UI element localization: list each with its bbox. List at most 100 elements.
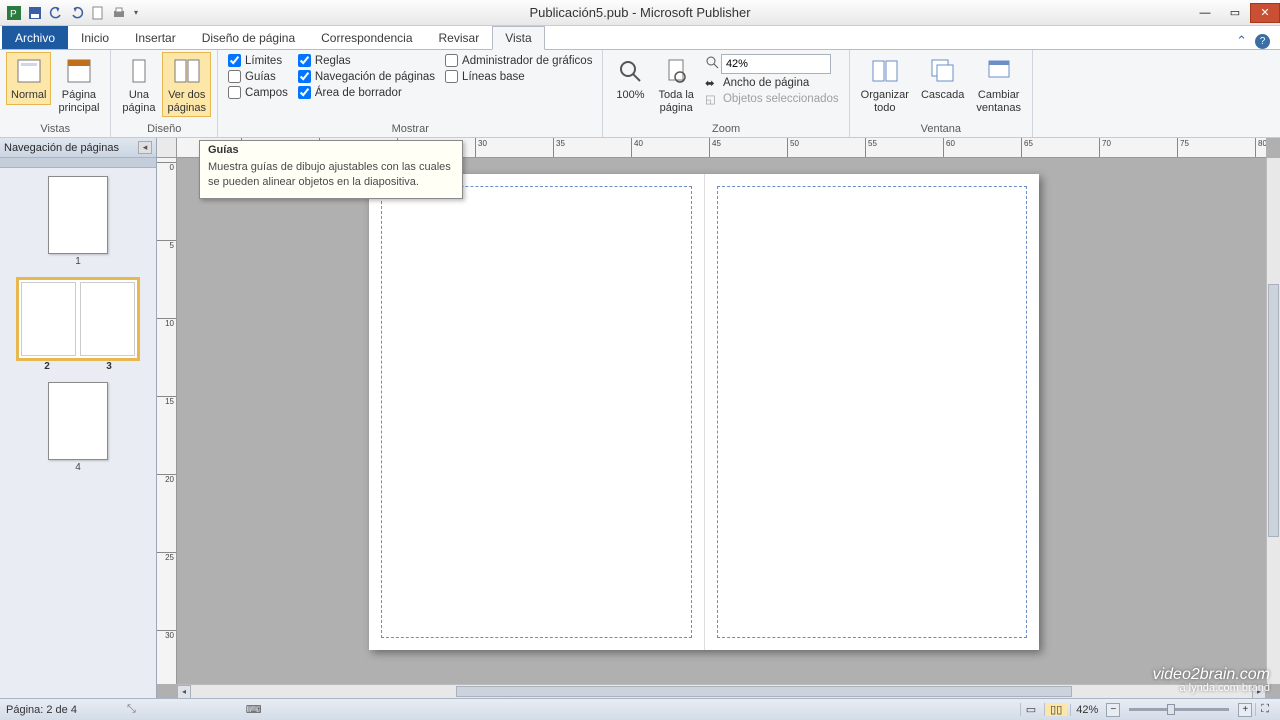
redo-icon[interactable]: [67, 3, 87, 23]
group-label-mostrar: Mostrar: [224, 122, 596, 137]
group-mostrar: Límites Guías Campos Reglas Navegación d…: [218, 50, 603, 137]
selected-objects-icon: ◱: [705, 92, 719, 106]
tooltip-guides: Guías Muestra guías de dibujo ajustables…: [199, 140, 463, 199]
status-page[interactable]: Página: 2 de 4: [6, 704, 77, 716]
tab-inicio[interactable]: Inicio: [68, 26, 122, 49]
thumb-page-4[interactable]: 4: [48, 382, 108, 473]
status-cursor-icon: ⤡: [127, 703, 136, 716]
tooltip-body: Muestra guías de dibujo ajustables con l…: [200, 158, 462, 198]
svg-text:P: P: [10, 9, 17, 20]
zoom-combo[interactable]: [721, 54, 831, 74]
normal-view-icon: [13, 55, 45, 87]
ruler-corner: [157, 138, 177, 158]
check-graphics-manager[interactable]: Administrador de gráficos: [445, 54, 592, 67]
undo-icon[interactable]: [46, 3, 66, 23]
tab-diseno-pagina[interactable]: Diseño de página: [189, 26, 308, 49]
status-lang-icon[interactable]: ⌨: [246, 703, 262, 716]
check-limits[interactable]: Límites: [228, 54, 288, 67]
ribbon-tabs: Archivo Inicio Insertar Diseño de página…: [0, 26, 1280, 50]
check-pagenav[interactable]: Navegación de páginas: [298, 70, 435, 83]
ribbon: Normal Página principal Vistas Una págin…: [0, 50, 1280, 138]
zoom-in-button[interactable]: +: [1238, 703, 1252, 717]
nav-pane-header: Navegación de páginas ◂: [0, 138, 156, 158]
view-mode-single-icon[interactable]: ▭: [1020, 703, 1041, 716]
print-icon[interactable]: [109, 3, 129, 23]
vertical-scrollbar[interactable]: [1266, 158, 1280, 684]
watermark: video2brain.com a lynda.com brand: [1153, 667, 1270, 694]
tab-vista[interactable]: Vista: [492, 26, 544, 50]
group-vistas: Normal Página principal Vistas: [0, 50, 111, 137]
whole-page-icon: [660, 55, 692, 87]
new-icon[interactable]: [88, 3, 108, 23]
help-icon[interactable]: ?: [1255, 34, 1270, 49]
page-right[interactable]: [705, 174, 1040, 650]
page-margin-guide: [717, 186, 1028, 638]
group-label-zoom: Zoom: [609, 122, 842, 137]
nav-pane-collapse-icon[interactable]: ◂: [138, 141, 152, 154]
page-navigation-pane: Navegación de páginas ◂ 1 23 4: [0, 138, 157, 698]
check-baselines[interactable]: Líneas base: [445, 70, 592, 83]
tab-file[interactable]: Archivo: [2, 26, 68, 49]
check-guides[interactable]: Guías: [228, 70, 288, 83]
app-icon[interactable]: P: [4, 3, 24, 23]
view-mode-spread-icon[interactable]: ▯▯: [1044, 703, 1067, 716]
fit-window-icon[interactable]: ⛶: [1255, 703, 1274, 716]
page-spread[interactable]: [369, 174, 1039, 650]
page-width-button[interactable]: ⬌Ancho de página: [705, 76, 839, 90]
window-controls: — ▭ ✕: [1190, 3, 1280, 23]
vscroll-thumb[interactable]: [1268, 284, 1279, 536]
page-left[interactable]: [369, 174, 705, 650]
hscroll-thumb[interactable]: [456, 686, 1071, 697]
tab-correspondencia[interactable]: Correspondencia: [308, 26, 425, 49]
group-label-ventana: Ventana: [856, 122, 1026, 137]
whole-page-button[interactable]: Toda la página: [653, 52, 698, 117]
title-bar: P ▾ Publicación5.pub - Microsoft Publish…: [0, 0, 1280, 26]
group-label-diseno: Diseño: [117, 122, 211, 137]
group-ventana: Organizar todo Cascada Cambiar ventanas …: [850, 50, 1033, 137]
nav-thumbnails: 1 23 4: [0, 168, 156, 698]
normal-view-button[interactable]: Normal: [6, 52, 51, 105]
zoom-slider-thumb[interactable]: [1167, 704, 1175, 715]
save-icon[interactable]: [25, 3, 45, 23]
qat-dropdown-icon[interactable]: ▾: [130, 3, 142, 23]
horizontal-scrollbar[interactable]: ◂ ▸: [177, 684, 1266, 698]
zoom-100-button[interactable]: 100%: [609, 52, 651, 105]
two-page-icon: [171, 55, 203, 87]
thumb-page-1[interactable]: 1: [48, 176, 108, 267]
tab-insertar[interactable]: Insertar: [122, 26, 189, 49]
group-zoom: 100% Toda la página ⬌Ancho de página ◱Ob…: [603, 50, 849, 137]
status-zoom-value[interactable]: 42%: [1070, 704, 1103, 716]
arrange-all-icon: [869, 55, 901, 87]
zoom-out-button[interactable]: −: [1106, 703, 1120, 717]
group-diseno: Una página Ver dos páginas Diseño: [111, 50, 218, 137]
tooltip-title: Guías: [200, 141, 462, 158]
zoom-slider[interactable]: [1129, 708, 1229, 711]
selected-objects-button[interactable]: ◱Objetos seleccionados: [705, 92, 839, 106]
master-page-button[interactable]: Página principal: [53, 52, 104, 117]
vertical-ruler[interactable]: 051015202530: [157, 158, 177, 684]
maximize-button[interactable]: ▭: [1220, 3, 1250, 23]
two-page-button[interactable]: Ver dos páginas: [162, 52, 211, 117]
check-fields[interactable]: Campos: [228, 86, 288, 99]
page-width-icon: ⬌: [705, 76, 719, 90]
check-scratch[interactable]: Área de borrador: [298, 86, 435, 99]
cascade-button[interactable]: Cascada: [916, 52, 969, 105]
single-page-button[interactable]: Una página: [117, 52, 160, 117]
quick-access-toolbar: P ▾: [0, 3, 142, 23]
tab-revisar[interactable]: Revisar: [426, 26, 493, 49]
arrange-all-button[interactable]: Organizar todo: [856, 52, 914, 117]
scroll-left-icon[interactable]: ◂: [177, 685, 191, 699]
nav-pane-title: Navegación de páginas: [4, 142, 119, 154]
canvas-area: 0510152025303540455055606570758085909510…: [157, 138, 1280, 698]
thumb-spread-2-3[interactable]: 23: [16, 277, 140, 372]
single-page-icon: [123, 55, 155, 87]
status-bar: Página: 2 de 4 ⤡ ⌨ ▭ ▯▯ 42% − + ⛶: [0, 698, 1280, 720]
minimize-button[interactable]: —: [1190, 3, 1220, 23]
group-label-vistas: Vistas: [6, 122, 104, 137]
switch-windows-button[interactable]: Cambiar ventanas: [971, 52, 1026, 117]
zoom-100-icon: [614, 55, 646, 87]
check-rulers[interactable]: Reglas: [298, 54, 435, 67]
minimize-ribbon-icon[interactable]: ⌃: [1236, 33, 1247, 49]
close-button[interactable]: ✕: [1250, 3, 1280, 23]
zoom-lens-icon: [705, 55, 719, 74]
